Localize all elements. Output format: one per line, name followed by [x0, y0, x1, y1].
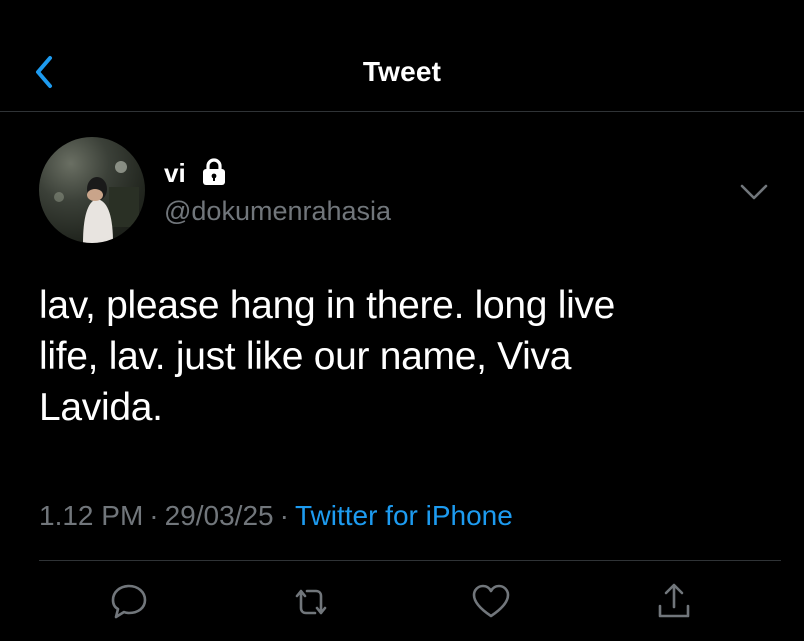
page-title: Tweet: [362, 56, 442, 87]
retweet-icon: [295, 589, 327, 615]
retweet-button[interactable]: [289, 580, 333, 624]
profile-photo: [54, 161, 139, 243]
lock-icon: [198, 156, 230, 188]
author-handle[interactable]: @dokumenrahasia: [164, 196, 391, 227]
tweet-text: lav, please hang in there. long live lif…: [39, 280, 779, 433]
tweet-date: 29/03/25: [164, 500, 274, 531]
tweet-source-link[interactable]: Twitter for iPhone: [295, 500, 513, 531]
avatar[interactable]: [39, 137, 145, 243]
author-name[interactable]: vi: [164, 158, 186, 189]
reply-icon: [111, 584, 147, 619]
reply-button[interactable]: [107, 580, 151, 624]
share-icon: [658, 583, 690, 618]
tweet-metadata: 1.12 PM · 29/03/25 · Twitter for iPhone: [39, 500, 513, 532]
divider: [39, 560, 781, 561]
separator: ·: [279, 500, 289, 531]
separator: ·: [149, 500, 159, 531]
tweet-text-line: life, lav. just like our name, Viva: [39, 335, 572, 378]
tweet-text-line: lav, please hang in there. long live: [39, 284, 616, 327]
like-button[interactable]: [469, 580, 513, 624]
share-button[interactable]: [652, 580, 696, 624]
more-options-button[interactable]: [736, 178, 772, 206]
chevron-down-icon: [740, 184, 768, 200]
top-navigation-bar: Tweet: [0, 0, 804, 112]
tweet-time: 1.12 PM: [39, 500, 144, 531]
heart-icon: [472, 584, 510, 618]
tweet-text-line: Lavida.: [39, 386, 163, 429]
